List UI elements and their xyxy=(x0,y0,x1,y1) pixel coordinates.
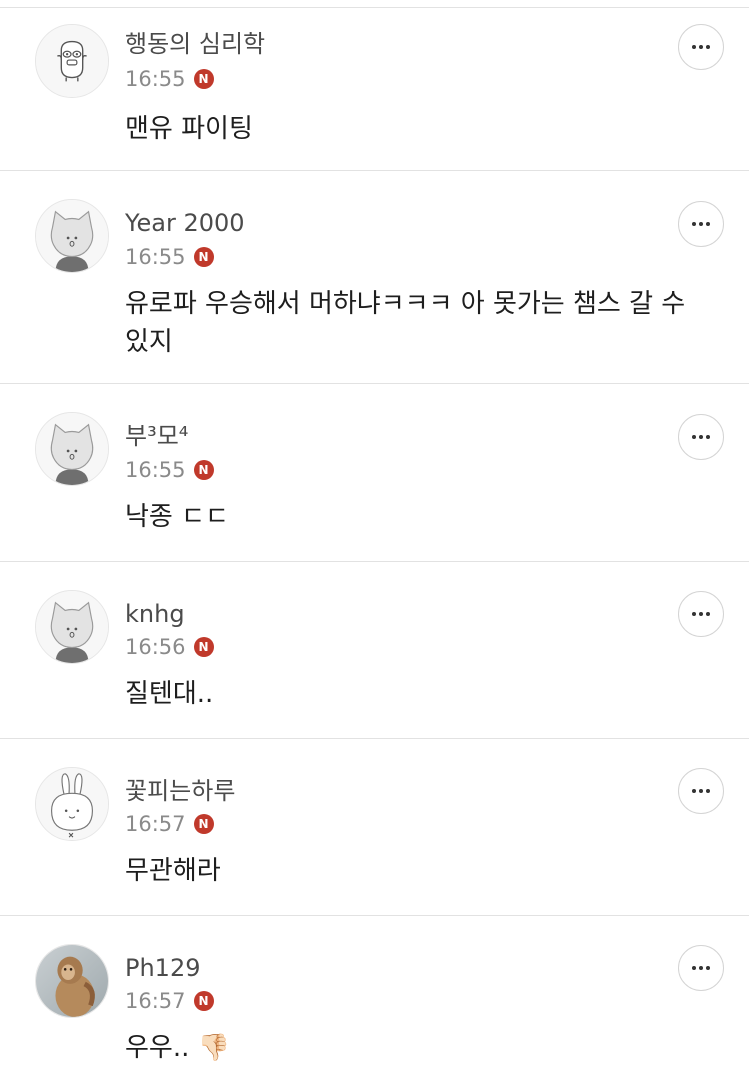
comment-text: 질텐대.. xyxy=(125,679,214,709)
comment-time: 16:57 xyxy=(125,812,186,836)
more-dots-icon xyxy=(692,612,710,616)
comment-meta: 16:56 N xyxy=(125,633,214,661)
comment-item: knhg 16:56 N 질텐대.. xyxy=(0,561,749,738)
new-badge: N xyxy=(193,69,214,89)
more-options-button[interactable] xyxy=(678,591,724,637)
new-badge: N xyxy=(193,814,214,834)
monkey-photo xyxy=(36,945,108,1017)
more-dots-icon xyxy=(692,966,710,970)
cat-default-icon xyxy=(36,413,108,485)
avatar[interactable] xyxy=(35,590,109,664)
comment-text: 낙종 ㄷㄷ xyxy=(125,502,229,532)
more-dots-icon xyxy=(692,222,710,226)
comment-meta: 16:55 N xyxy=(125,456,214,484)
comment-time: 16:57 xyxy=(125,989,186,1013)
comment-nickname[interactable]: 행동의 심리학 xyxy=(125,28,265,60)
more-dots-icon xyxy=(692,435,710,439)
comment-item: 행동의 심리학 16:55 N 맨유 파이팅 xyxy=(0,7,749,170)
new-badge: N xyxy=(193,460,214,480)
comment-item: 부³모⁴ 16:55 N 낙종 ㄷㄷ xyxy=(0,383,749,561)
comment-item: 꽃피는하루 16:57 N 무관해라 xyxy=(0,738,749,915)
avatar[interactable] xyxy=(35,199,109,273)
more-options-button[interactable] xyxy=(678,945,724,991)
avatar[interactable] xyxy=(35,944,109,1018)
comment-item: Ph129 16:57 N 우우.. 👎🏻 xyxy=(0,915,749,1079)
more-options-button[interactable] xyxy=(678,414,724,460)
more-options-button[interactable] xyxy=(678,201,724,247)
comment-nickname[interactable]: 부³모⁴ xyxy=(125,420,188,452)
comment-time: 16:55 xyxy=(125,67,186,91)
comment-meta: 16:55 N xyxy=(125,243,214,271)
comment-nickname[interactable]: knhg xyxy=(125,598,185,630)
comment-time: 16:55 xyxy=(125,245,186,269)
more-options-button[interactable] xyxy=(678,24,724,70)
new-badge: N xyxy=(193,247,214,267)
more-dots-icon xyxy=(692,789,710,793)
avatar[interactable] xyxy=(35,412,109,486)
comment-nickname[interactable]: Year 2000 xyxy=(125,207,245,239)
more-dots-icon xyxy=(692,45,710,49)
more-options-button[interactable] xyxy=(678,768,724,814)
avatar[interactable] xyxy=(35,767,109,841)
comment-item: Year 2000 16:55 N 유로파 우승해서 머하냐ㅋㅋㅋ 아 못가는 … xyxy=(0,170,749,383)
new-badge: N xyxy=(193,991,214,1011)
cat-default-icon xyxy=(36,591,108,663)
comment-meta: 16:55 N xyxy=(125,65,214,93)
comment-meta: 16:57 N xyxy=(125,987,214,1015)
comment-text: 유로파 우승해서 머하냐ㅋㅋㅋ 아 못가는 챔스 갈 수 있지 xyxy=(125,289,686,357)
comment-text: 맨유 파이팅 xyxy=(125,114,253,144)
comment-time: 16:55 xyxy=(125,458,186,482)
avatar[interactable] xyxy=(35,24,109,98)
cartoon-character-icon xyxy=(36,25,108,97)
rabbit-default-icon xyxy=(36,768,108,840)
comment-meta: 16:57 N xyxy=(125,810,214,838)
comment-nickname[interactable]: Ph129 xyxy=(125,952,201,984)
comment-time: 16:56 xyxy=(125,635,186,659)
comment-nickname[interactable]: 꽃피는하루 xyxy=(125,775,235,807)
new-badge: N xyxy=(193,637,214,657)
comment-text: 우우.. 👎🏻 xyxy=(125,1033,231,1063)
cat-default-icon xyxy=(36,200,108,272)
comment-text: 무관해라 xyxy=(125,856,221,886)
